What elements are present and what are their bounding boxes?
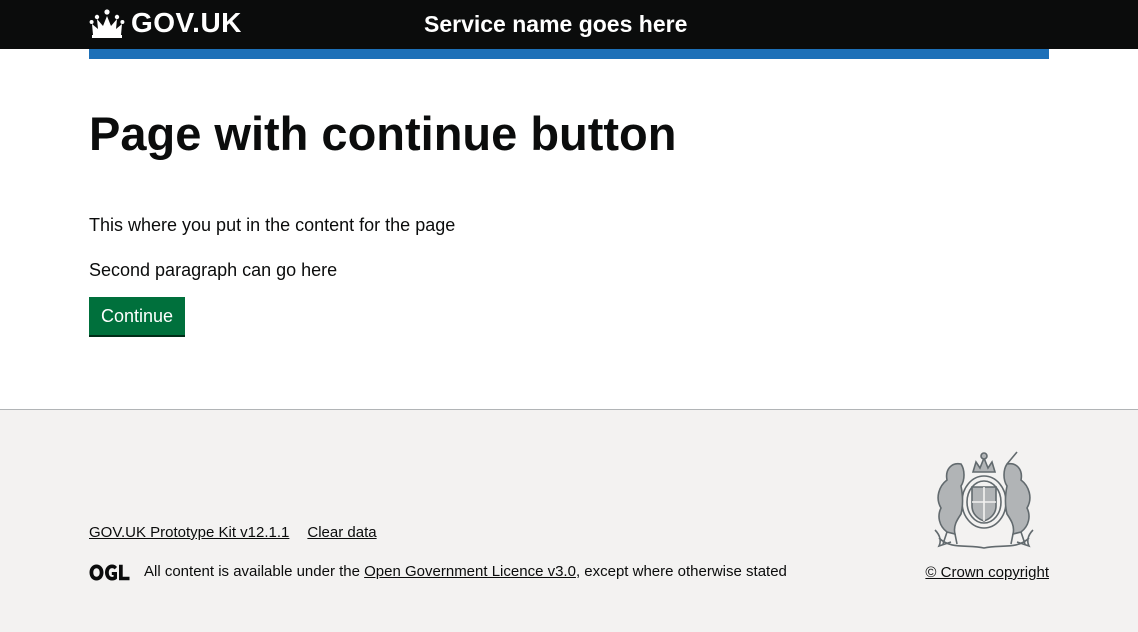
licence-prefix: All content is available under the bbox=[144, 563, 365, 580]
clear-data-link[interactable]: Clear data bbox=[307, 523, 376, 543]
main-content: Page with continue button This where you… bbox=[89, 59, 1049, 409]
page-title: Page with continue button bbox=[89, 107, 677, 160]
govuk-logo-link[interactable]: GOV.UK bbox=[89, 8, 242, 38]
header-container: GOV.UK Service name goes here bbox=[89, 0, 1049, 49]
logo-text: GOV.UK bbox=[131, 7, 242, 38]
licence-row: All content is available under the Open … bbox=[89, 562, 787, 582]
site-header: GOV.UK Service name goes here bbox=[0, 0, 1138, 49]
site-footer: GOV.UK Prototype Kit v12.1.1 Clear data … bbox=[0, 409, 1138, 632]
ogl-icon bbox=[89, 564, 130, 580]
content-paragraph-1: This where you put in the content for th… bbox=[89, 215, 456, 235]
open-government-licence-link[interactable]: Open Government Licence v3.0 bbox=[364, 562, 576, 582]
footer-container: GOV.UK Prototype Kit v12.1.1 Clear data … bbox=[89, 410, 1049, 632]
crown-icon bbox=[89, 9, 125, 38]
header-blue-bar bbox=[89, 49, 1049, 59]
prototype-kit-link[interactable]: GOV.UK Prototype Kit v12.1.1 bbox=[89, 523, 289, 543]
continue-button[interactable]: Continue bbox=[89, 297, 186, 335]
crown-copyright-link[interactable]: © Crown copyright bbox=[925, 563, 1049, 583]
footer-links: GOV.UK Prototype Kit v12.1.1 Clear data bbox=[89, 523, 377, 543]
service-name-link[interactable]: Service name goes here bbox=[424, 10, 687, 38]
licence-suffix: , except where otherwise stated bbox=[575, 563, 787, 580]
content-paragraph-2: Second paragraph can go here bbox=[89, 260, 338, 280]
royal-coat-of-arms-icon bbox=[934, 451, 1034, 549]
